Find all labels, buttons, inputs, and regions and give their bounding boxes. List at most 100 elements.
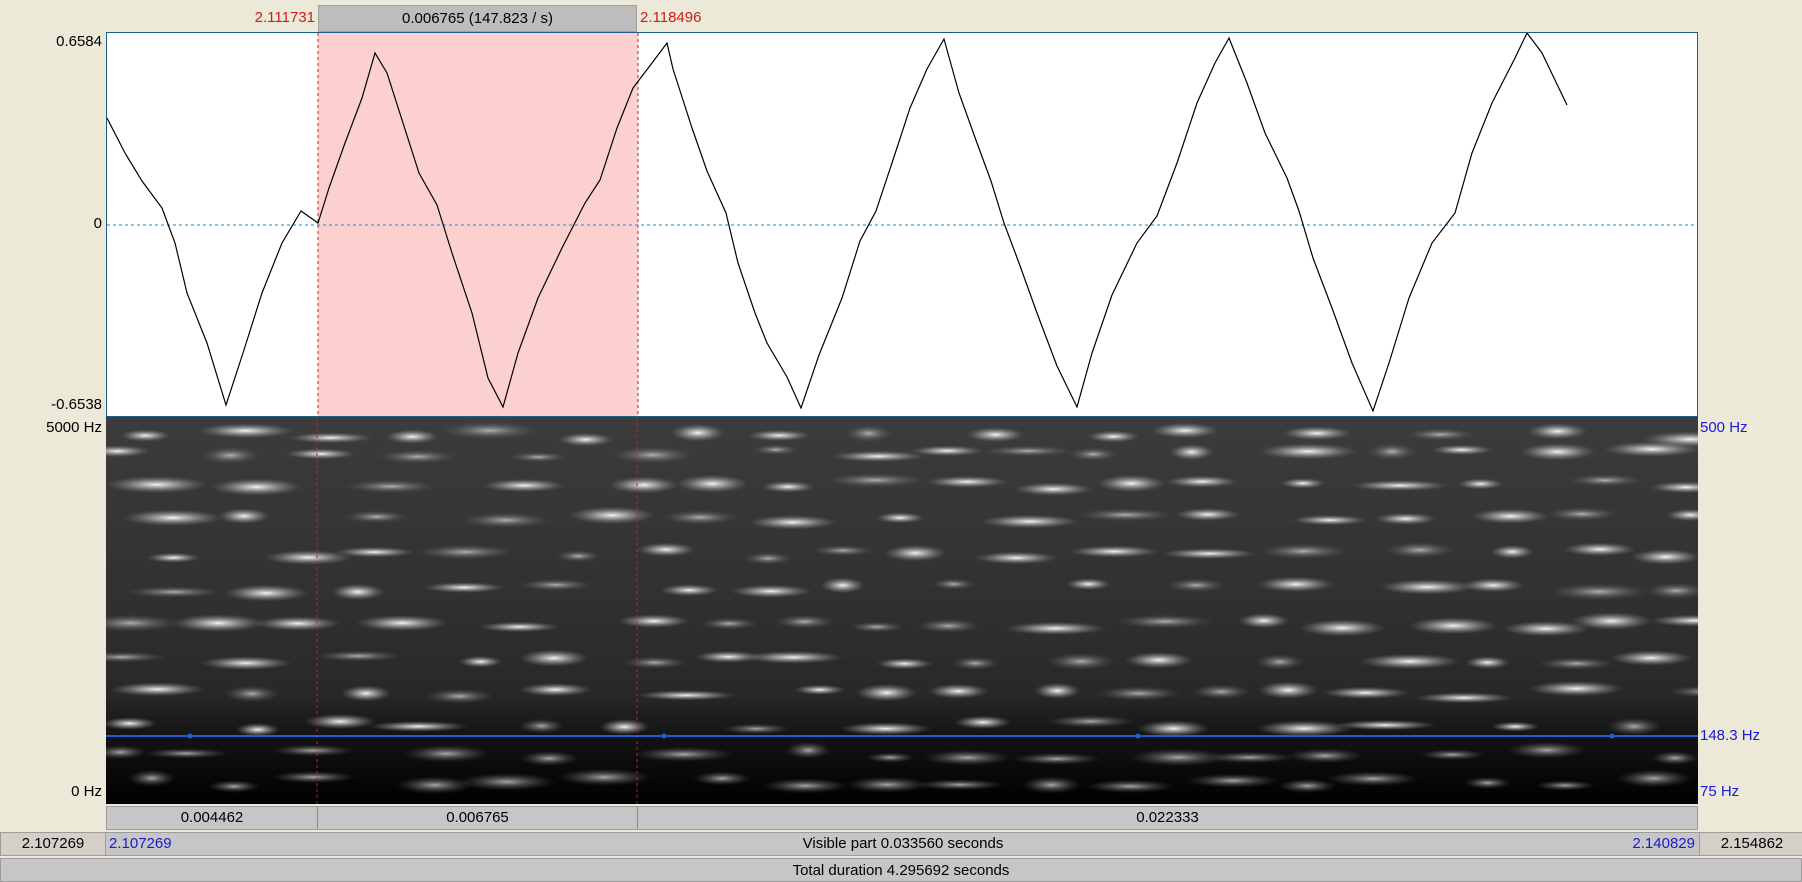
pitch-point <box>1135 733 1141 739</box>
spectral-peak <box>343 479 438 494</box>
spectral-peak <box>424 688 495 704</box>
before-selection-duration[interactable]: 0.004462 <box>107 807 318 829</box>
spectral-peak <box>1616 769 1692 788</box>
spectral-peak <box>197 423 295 439</box>
spectral-peak <box>1548 583 1650 601</box>
spectral-peak <box>1464 656 1511 669</box>
spectral-peak <box>518 718 565 734</box>
spectral-peak <box>1186 773 1280 788</box>
spectral-peak <box>1012 752 1102 765</box>
spectral-peak <box>146 552 201 563</box>
spectral-peak <box>1256 576 1335 593</box>
spectral-peak <box>661 510 739 525</box>
spectral-peak <box>1527 423 1588 440</box>
spectral-peak <box>519 649 589 667</box>
spectral-peak <box>1367 443 1417 461</box>
spectral-peak <box>1519 443 1596 461</box>
pitch-point <box>187 733 193 739</box>
spectral-peak <box>1463 776 1512 789</box>
total-duration-row[interactable]: Total duration 4.295692 seconds <box>0 858 1802 882</box>
spectral-peak <box>1405 428 1476 441</box>
visible-part-text: Visible part 0.033560 seconds <box>802 835 1004 852</box>
spectral-peak <box>1013 482 1094 496</box>
spectral-peak <box>1603 441 1698 457</box>
spectral-peak <box>910 445 984 457</box>
spectral-peak <box>482 478 566 493</box>
spectral-peak <box>1534 780 1596 791</box>
spectral-peak <box>1545 507 1619 521</box>
spectral-peak <box>270 771 356 784</box>
spectral-peak <box>699 617 759 630</box>
after-selection-duration[interactable]: 0.022333 <box>638 807 1697 829</box>
spectral-peak <box>106 476 208 494</box>
spectral-peak <box>954 715 1012 729</box>
selection-duration-box[interactable]: 0.006765 (147.823 / s) <box>318 5 637 32</box>
waveform-max-label: 0.6584 <box>56 33 102 50</box>
window-start-box[interactable]: 2.107269 <box>1 833 106 855</box>
spectral-peak <box>1166 578 1226 593</box>
spectral-peak <box>1005 621 1107 635</box>
pitch-value-label: 148.3 Hz <box>1700 727 1761 744</box>
spectral-peak <box>636 690 737 701</box>
spectral-peak <box>479 621 560 633</box>
spectral-peak <box>599 719 650 735</box>
spectral-peak <box>730 584 813 598</box>
window-end-box[interactable]: 2.154862 <box>1699 833 1802 855</box>
spectral-peak <box>128 769 176 787</box>
spectral-peak <box>1491 721 1540 732</box>
spectral-peak <box>368 721 469 732</box>
spectral-peak <box>558 432 614 447</box>
spectral-peak <box>518 578 594 591</box>
waveform-min-label: -0.6538 <box>51 396 102 413</box>
spectral-peak <box>1165 475 1239 488</box>
spectral-peak <box>285 448 356 460</box>
spectral-peak <box>518 683 593 697</box>
spectral-peak <box>334 546 416 558</box>
spectral-peak <box>458 772 556 791</box>
spectral-peak <box>1299 619 1386 637</box>
spectral-peak <box>1124 651 1194 669</box>
spectral-peak <box>109 682 206 697</box>
spectral-peak <box>271 744 356 757</box>
pitch-point <box>1609 733 1615 739</box>
visible-part-row[interactable]: 2.107269 2.107269 Visible part 0.033560 … <box>0 832 1802 856</box>
spectral-peak <box>1045 715 1136 728</box>
spectral-peak <box>289 432 373 444</box>
spectral-peak <box>1021 776 1082 794</box>
waveform-panel[interactable] <box>106 32 1698 417</box>
window-end-time: 2.154862 <box>1720 835 1784 852</box>
selection-interval-duration[interactable]: 0.006765 <box>318 807 638 829</box>
spectral-peak <box>254 616 341 631</box>
spectral-peak <box>1471 508 1551 524</box>
spectral-peak <box>1258 543 1349 559</box>
before-selection-duration-text: 0.004462 <box>180 809 244 826</box>
spectrogram-bottom-freq-label: 0 Hz <box>71 783 102 800</box>
spectral-peak <box>1430 444 1493 455</box>
spectral-peak <box>670 423 725 442</box>
spectrogram-panel[interactable] <box>106 417 1698 804</box>
spectral-peak <box>1087 430 1140 443</box>
spectral-peak <box>200 446 261 465</box>
spectral-peak <box>1068 545 1160 558</box>
visible-end-time: 2.140829 <box>1632 835 1695 852</box>
spectral-peak <box>1414 692 1514 704</box>
spectral-peak <box>748 515 837 530</box>
spectral-peak <box>1258 443 1359 460</box>
spectral-peak <box>1457 478 1504 490</box>
pitch-bottom-label: 75 Hz <box>1700 783 1740 800</box>
spectral-peak <box>1566 474 1644 487</box>
spectral-peak <box>1169 444 1214 461</box>
window-start-time: 2.107269 <box>21 835 85 852</box>
spectral-peak <box>1161 548 1258 559</box>
waveform-zero-label: 0 <box>93 215 102 232</box>
spectral-peak <box>415 544 517 560</box>
spectral-peak <box>839 722 933 736</box>
spectral-peak <box>865 752 916 763</box>
spectral-peak <box>1085 779 1176 793</box>
spectral-peak <box>556 768 653 786</box>
spectral-peak <box>439 421 540 440</box>
spectral-peak <box>1326 771 1420 787</box>
spectral-peak <box>1609 650 1693 666</box>
spectral-peak <box>622 656 688 669</box>
spectral-peak <box>743 650 844 664</box>
